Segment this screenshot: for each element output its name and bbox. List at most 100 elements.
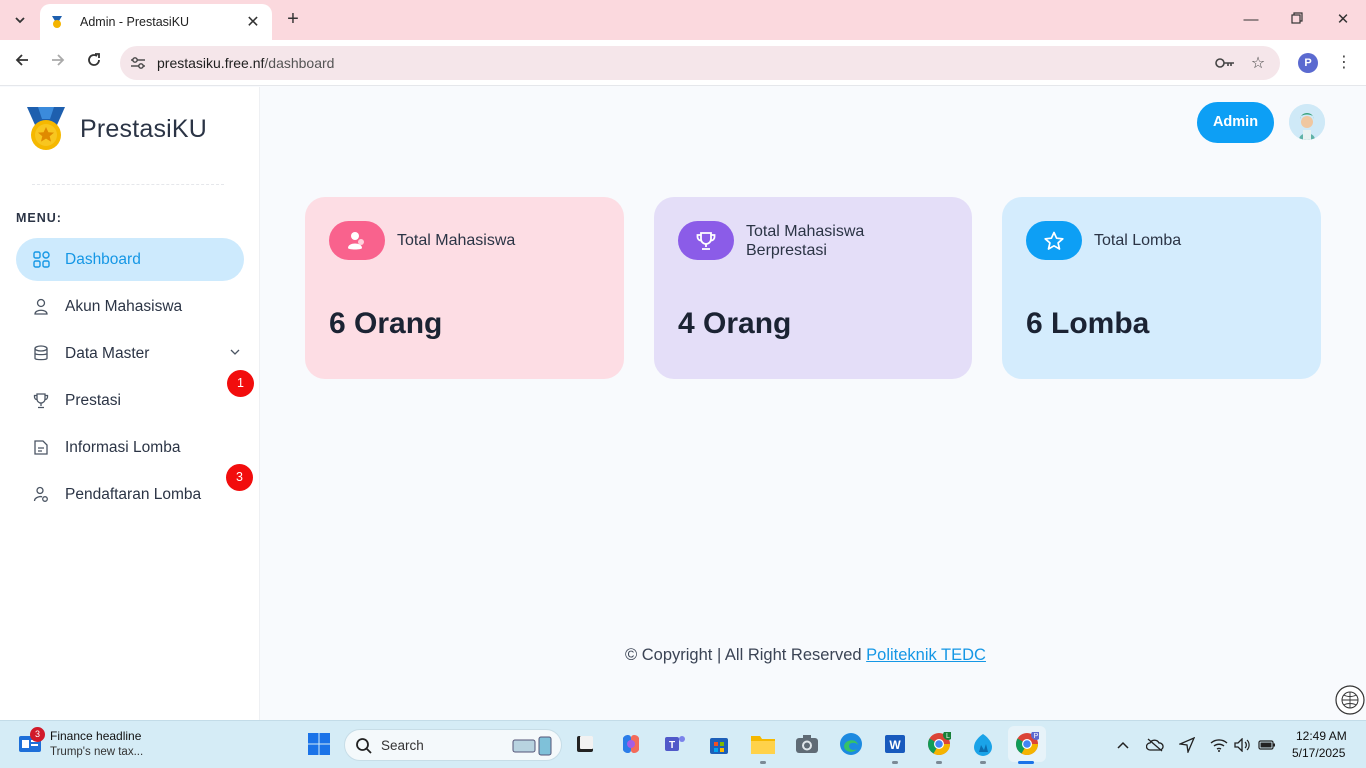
card-value: 6 Orang xyxy=(329,307,443,340)
sidebar-item-label: Informasi Lomba xyxy=(65,438,181,456)
back-arrow-icon[interactable] xyxy=(10,51,34,75)
stat-card-total-mahasiswa-berprestasi: Total Mahasiswa Berprestasi 4 Orang xyxy=(654,197,972,379)
reload-icon[interactable] xyxy=(82,51,106,75)
address-bar[interactable]: prestasiku.free.nf/dashboard ☆ xyxy=(120,46,1280,80)
stat-card-total-mahasiswa: Total Mahasiswa 6 Orang xyxy=(305,197,624,379)
chevron-down-icon[interactable] xyxy=(228,345,242,359)
brand-divider xyxy=(32,184,224,185)
chrome-active-icon[interactable]: P xyxy=(1008,726,1046,762)
admin-role-button[interactable]: Admin xyxy=(1197,102,1274,143)
minimize-icon[interactable]: — xyxy=(1239,8,1263,32)
brand[interactable]: PrestasiKU xyxy=(24,105,207,153)
sidebar-item-dashboard[interactable]: Dashboard xyxy=(16,238,244,281)
site-info-icon[interactable] xyxy=(128,53,148,73)
running-indicator xyxy=(760,761,766,764)
sidebar-item-akun-mahasiswa[interactable]: Akun Mahasiswa xyxy=(16,285,244,328)
sidebar-item-pendaftaran-lomba[interactable]: Pendaftaran Lomba xyxy=(16,473,244,516)
card-value: 6 Lomba xyxy=(1026,307,1150,340)
clock-time[interactable]: 12:49 AM xyxy=(1296,729,1347,743)
trophy-icon xyxy=(696,231,716,250)
running-indicator xyxy=(892,761,898,764)
chrome-profile-badge: P xyxy=(1034,733,1039,740)
file-explorer-icon[interactable] xyxy=(749,730,777,758)
search-placeholder: Search xyxy=(381,738,424,753)
volume-icon[interactable] xyxy=(1232,735,1252,755)
store-icon[interactable] xyxy=(705,730,733,758)
sidebar: PrestasiKU MENU: Dashboard Akun Mahasisw… xyxy=(0,87,260,720)
notification-badge: 1 xyxy=(227,370,254,397)
url-text: prestasiku.free.nf/dashboard xyxy=(157,55,334,71)
sidebar-item-data-master[interactable]: Data Master xyxy=(16,332,244,375)
active-indicator xyxy=(1018,761,1034,764)
stat-icon-badge xyxy=(678,221,734,260)
document-icon xyxy=(32,439,50,457)
sidebar-menu: Dashboard Akun Mahasiswa Data Master Pre… xyxy=(16,238,244,520)
search-icon xyxy=(356,738,372,754)
users-icon xyxy=(348,231,364,249)
footer-text: © Copyright | All Right Reserved xyxy=(625,646,867,664)
stat-card-total-lomba: Total Lomba 6 Lomba xyxy=(1002,197,1321,379)
card-title: Total Mahasiswa Berprestasi xyxy=(746,223,865,259)
browser-tab-bar: Admin - PrestasiKU ✕ + — ✕ xyxy=(0,0,1366,40)
card-title: Total Lomba xyxy=(1094,232,1182,249)
globe-logo-icon xyxy=(1335,685,1365,715)
database-icon xyxy=(32,345,50,363)
user-icon xyxy=(32,298,50,316)
browser-menu-icon[interactable]: ⋮ xyxy=(1334,52,1354,74)
tray-overflow-chevron-icon[interactable] xyxy=(1113,735,1133,755)
sidebar-item-informasi-lomba[interactable]: Informasi Lomba xyxy=(16,426,244,469)
taskbar: 3 Finance headline Trump's new tax... Se… xyxy=(0,720,1366,768)
location-arrow-icon[interactable] xyxy=(1177,735,1197,755)
browser-tab[interactable]: Admin - PrestasiKU ✕ xyxy=(40,4,272,40)
chrome-profile-badge: L xyxy=(946,733,950,740)
user-settings-icon xyxy=(32,486,50,504)
widget-title: Finance headline xyxy=(50,729,142,743)
sidebar-item-label: Data Master xyxy=(65,344,150,362)
svg-text:T: T xyxy=(669,740,675,751)
menu-label: MENU: xyxy=(16,211,62,225)
running-indicator xyxy=(936,761,942,764)
wifi-icon[interactable] xyxy=(1209,735,1229,755)
star-icon xyxy=(1044,231,1064,250)
task-view-icon[interactable] xyxy=(571,730,599,758)
url-host: prestasiku.free.nf xyxy=(157,55,265,71)
teams-icon[interactable]: T xyxy=(661,730,689,758)
footer-link[interactable]: Politeknik TEDC xyxy=(866,646,986,664)
widget-subtitle: Trump's new tax... xyxy=(50,746,144,758)
grid-icon xyxy=(32,251,50,269)
bookmark-star-icon[interactable]: ☆ xyxy=(1248,53,1268,73)
browser-toolbar: prestasiku.free.nf/dashboard ☆ P ⋮ xyxy=(0,40,1366,86)
taskbar-search[interactable]: Search xyxy=(344,729,562,761)
profile-avatar[interactable]: P xyxy=(1298,53,1318,73)
chrome-icon[interactable]: L xyxy=(925,730,953,758)
battery-icon[interactable] xyxy=(1257,735,1277,755)
password-key-icon[interactable] xyxy=(1215,53,1235,73)
medal-favicon-icon xyxy=(50,15,64,29)
clock-date[interactable]: 5/17/2025 xyxy=(1292,746,1345,760)
user-avatar-icon xyxy=(1289,104,1325,140)
restore-icon[interactable] xyxy=(1285,8,1309,32)
edge-icon[interactable] xyxy=(837,730,865,758)
app-drop-icon[interactable] xyxy=(969,730,997,758)
sidebar-item-prestasi[interactable]: Prestasi xyxy=(16,379,244,422)
onedrive-offline-icon[interactable] xyxy=(1145,735,1165,755)
svg-text:W: W xyxy=(889,738,901,752)
camera-icon[interactable] xyxy=(793,730,821,758)
tab-search-chevron-icon[interactable] xyxy=(8,8,32,32)
medal-logo-icon xyxy=(27,107,65,150)
brand-name: PrestasiKU xyxy=(80,114,208,143)
window-close-icon[interactable]: ✕ xyxy=(1331,8,1355,32)
tab-close-icon[interactable]: ✕ xyxy=(244,12,262,32)
word-icon[interactable]: W xyxy=(881,730,909,758)
stat-icon-badge xyxy=(1026,221,1082,260)
tab-title: Admin - PrestasiKU xyxy=(80,15,190,29)
new-tab-plus-icon[interactable]: + xyxy=(282,8,304,30)
windows-start-icon[interactable] xyxy=(305,730,333,758)
sidebar-item-label: Pendaftaran Lomba xyxy=(65,485,202,503)
stat-icon-badge xyxy=(329,221,385,260)
forward-arrow-icon[interactable] xyxy=(46,51,70,75)
url-path: /dashboard xyxy=(264,55,335,71)
copilot-icon[interactable] xyxy=(617,730,645,758)
avatar[interactable] xyxy=(1289,104,1325,140)
running-indicator xyxy=(980,761,986,764)
